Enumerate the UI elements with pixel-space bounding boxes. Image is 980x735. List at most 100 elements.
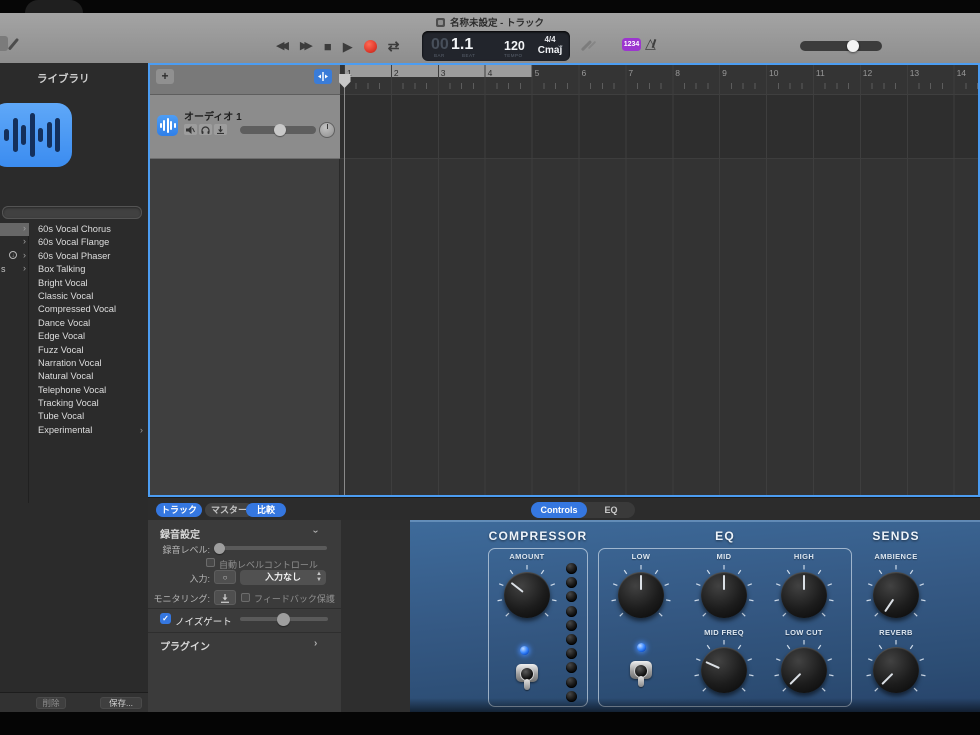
noise-gate-checkbox[interactable]: ✓ <box>160 613 171 624</box>
patch-list-item[interactable]: Natural Vocal › <box>30 370 148 383</box>
timeline-grid[interactable]: 1234567891011121314 <box>338 63 980 497</box>
count-in-button[interactable]: 1234 <box>622 38 641 51</box>
pencil-icon[interactable] <box>7 37 19 51</box>
patch-list-item[interactable]: Fuzz Vocal › <box>30 344 148 357</box>
amount-knob[interactable] <box>495 563 559 627</box>
compare-button[interactable]: 比較 <box>246 503 286 517</box>
compressor-title: COMPRESSOR <box>488 529 588 543</box>
patch-list-item[interactable]: Tracking Vocal › <box>30 397 148 410</box>
stop-button[interactable]: ■ <box>324 40 332 53</box>
mute-button[interactable] <box>184 124 197 135</box>
play-button[interactable]: ▶ <box>343 40 353 53</box>
low-cut-knob[interactable] <box>772 638 836 702</box>
category-row-selected[interactable]: › <box>0 223 29 236</box>
track-volume-thumb[interactable] <box>274 124 286 136</box>
record-button[interactable] <box>363 39 377 53</box>
patch-list-item[interactable]: Box Talking › <box>30 263 148 276</box>
master-volume-slider[interactable] <box>800 40 882 52</box>
lcd-bar-label: BAR <box>434 53 445 58</box>
library-sidebar: ライブラリ › › ↓ › s › 60s Vocal Chorus 60s V… <box>0 63 148 712</box>
playhead-line <box>344 77 345 497</box>
metronome-button[interactable]: △ <box>645 35 656 52</box>
patch-list-item[interactable]: 60s Vocal Flange › <box>30 236 148 249</box>
smart-controls-tab-bar: トラック マスター 比較 Controls EQ <box>148 497 980 520</box>
patch-list-item[interactable]: Edge Vocal › <box>30 330 148 343</box>
headphones-solo-button[interactable] <box>199 124 212 135</box>
input-source-select[interactable]: 入力なし ▲ ▼ <box>240 570 326 585</box>
category-row[interactable]: › <box>0 236 29 249</box>
patch-list-item[interactable]: Narration Vocal › <box>30 357 148 370</box>
tab-eq[interactable]: EQ <box>587 502 635 518</box>
background-strip <box>0 0 980 13</box>
patch-list-item[interactable]: Tube Vocal › <box>30 410 148 423</box>
category-column: › › ↓ › s › <box>0 223 29 503</box>
forward-button[interactable]: ▶▶ <box>300 40 313 52</box>
ambience-knob[interactable] <box>864 563 928 627</box>
chevron-down-icon[interactable]: › <box>310 530 321 533</box>
patch-list-item[interactable]: Classic Vocal › <box>30 290 148 303</box>
plugins-header[interactable]: プラグイン <box>160 638 210 653</box>
chevron-right-icon[interactable]: › <box>314 638 317 649</box>
cycle-button[interactable]: ⇄ <box>388 39 400 53</box>
audio-track-waveform-icon <box>0 103 72 167</box>
noise-gate-thumb[interactable] <box>277 612 290 626</box>
high-knob-label: HIGH <box>793 552 815 561</box>
recording-settings-panel: 録音設定 › 録音レベル: 自動レベルコントロール 入力: ○ 入力なし ▲ ▼ … <box>148 520 341 712</box>
delete-button[interactable]: 削除 <box>36 697 66 709</box>
track-name[interactable]: オーディオ 1 <box>184 108 242 123</box>
tab-track[interactable]: トラック <box>156 503 202 517</box>
window-title: 名称未設定 - トラック <box>450 18 544 29</box>
input-monitoring-button[interactable] <box>214 124 227 135</box>
patch-list-item[interactable]: Experimental › <box>30 424 148 437</box>
pan-knob[interactable] <box>319 122 335 138</box>
input-format-button[interactable]: ○ <box>214 570 236 584</box>
monitoring-button[interactable] <box>214 590 236 605</box>
add-track-button[interactable]: + <box>156 69 174 84</box>
patch-list-item[interactable]: 60s Vocal Chorus › <box>30 223 148 236</box>
download-icon: ↓ <box>9 251 17 260</box>
tab-controls[interactable]: Controls <box>531 502 587 518</box>
compressor-power-led <box>519 645 529 655</box>
toolbar: 名称未設定 - トラック ◀◀ ▶▶ ■ ▶ ⇄ 00 1.1 BAR BEAT… <box>0 13 980 63</box>
patch-list-item[interactable]: Compressed Vocal › <box>30 303 148 316</box>
eq-power-switch[interactable] <box>630 661 652 688</box>
library-header: ライブラリ <box>37 73 90 85</box>
library-toggle-button[interactable] <box>0 36 8 51</box>
auto-level-checkbox[interactable] <box>206 558 215 567</box>
category-row[interactable]: s › <box>0 263 29 276</box>
lcd-display[interactable]: 00 1.1 BAR BEAT 120 TEMPO 4/4 Cmaj › <box>422 31 570 61</box>
compressor-power-switch[interactable] <box>516 664 538 691</box>
record-level-thumb[interactable] <box>214 542 225 554</box>
reverb-knob[interactable] <box>864 638 928 702</box>
record-level-slider[interactable] <box>214 542 327 554</box>
low-knob[interactable] <box>609 563 673 627</box>
track-header-audio-1[interactable]: オーディオ 1 <box>148 95 340 159</box>
chevron-right-icon: › <box>23 223 26 233</box>
transport-controls: ◀◀ ▶▶ ■ ▶ ⇄ <box>276 35 399 57</box>
high-knob[interactable] <box>772 563 836 627</box>
mid-freq-knob[interactable] <box>692 638 756 702</box>
track-volume-slider[interactable] <box>240 124 316 136</box>
smart-controls-area: COMPRESSOR AMOUNT EQ LOW MID HIGH MID FR… <box>341 520 980 712</box>
mid-knob[interactable] <box>692 563 756 627</box>
patch-list-item[interactable]: Dance Vocal › <box>30 317 148 330</box>
chevron-right-icon: › <box>23 263 26 274</box>
lcd-time-signature[interactable]: 4/4 <box>536 35 564 44</box>
master-volume-thumb[interactable] <box>847 40 859 52</box>
patch-list-item[interactable]: 60s Vocal Phaser › <box>30 250 148 263</box>
save-button[interactable]: 保存... <box>100 697 142 709</box>
lcd-tempo-value[interactable]: 120 <box>504 39 525 53</box>
patch-name-field[interactable] <box>2 206 142 219</box>
document-proxy-icon <box>436 17 446 27</box>
noise-gate-slider[interactable] <box>240 612 328 626</box>
bar-gridlines <box>344 63 978 497</box>
category-row[interactable]: ↓ › <box>0 250 29 263</box>
patch-list-item[interactable]: Bright Vocal › <box>30 277 148 290</box>
lcd-chevron-down-icon[interactable]: › <box>555 45 566 48</box>
feedback-protection-checkbox[interactable] <box>241 593 250 602</box>
gain-reduction-meter <box>565 563 577 702</box>
rewind-button[interactable]: ◀◀ <box>276 40 289 52</box>
automation-button[interactable] <box>314 69 332 84</box>
patch-list-item[interactable]: Telephone Vocal › <box>30 384 148 397</box>
recording-settings-header[interactable]: 録音設定 <box>160 526 200 541</box>
